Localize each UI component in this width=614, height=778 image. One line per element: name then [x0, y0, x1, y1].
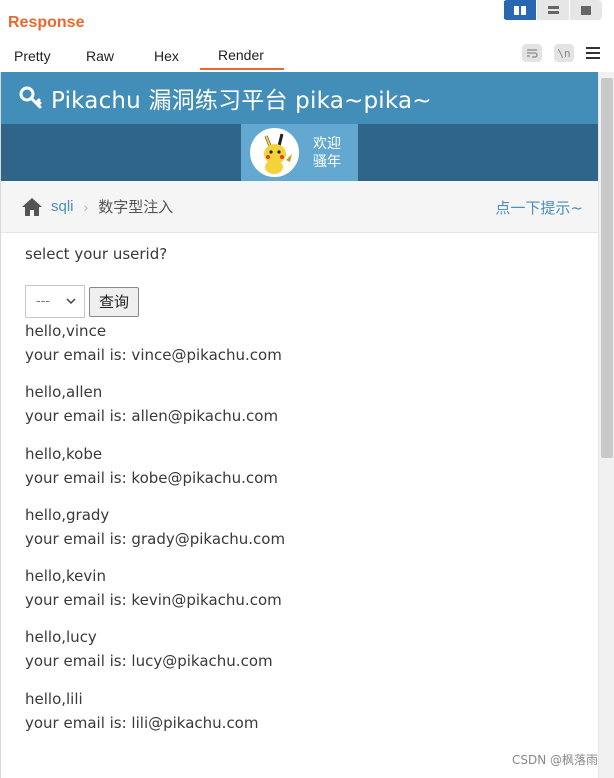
userid-select[interactable]: ---	[25, 285, 85, 318]
hint-link[interactable]: 点一下提示~	[495, 181, 583, 233]
view-layout-toggle[interactable]	[503, 0, 602, 20]
tab-hex[interactable]: Hex	[140, 42, 200, 70]
results-list: hello,vince your email is: vince@pikachu…	[25, 319, 285, 748]
wrap-icon[interactable]	[522, 44, 542, 62]
list-item: hello,kevin your email is: kevin@pikachu…	[25, 564, 285, 625]
result-hello: hello,vince	[25, 322, 107, 340]
response-tabs: Pretty Raw Hex Render	[0, 42, 284, 70]
hamburger-icon[interactable]	[586, 47, 600, 59]
query-form: --- 查询	[25, 285, 140, 318]
scrollbar-thumb[interactable]	[601, 78, 613, 458]
user-menu[interactable]: 欢迎 骚年	[241, 124, 358, 181]
response-tools: \n	[522, 44, 600, 62]
result-email: your email is: lili@pikachu.com	[25, 713, 259, 732]
result-hello: hello,grady	[25, 505, 110, 524]
list-item: hello,allen your email is: allen@pikachu…	[25, 380, 285, 441]
welcome-line-2: 骚年	[313, 153, 341, 170]
breadcrumb-separator: ›	[83, 198, 89, 215]
result-hello: hello,allen	[25, 383, 103, 402]
select-value: ---	[36, 294, 51, 309]
result-email: your email is: kobe@pikachu.com	[25, 468, 278, 487]
tab-raw[interactable]: Raw	[66, 42, 140, 70]
home-icon	[22, 197, 42, 216]
split-view-button[interactable]	[503, 0, 536, 20]
list-item: hello,vince your email is: vince@pikachu…	[25, 319, 285, 380]
question-label: select your userid?	[25, 245, 168, 263]
welcome-text: 欢迎 骚年	[313, 135, 341, 171]
welcome-line-1: 欢迎	[313, 135, 341, 152]
newline-toggle-button[interactable]: \n	[554, 44, 574, 62]
breadcrumb-link-sqli[interactable]: sqli	[51, 198, 74, 215]
pikachu-avatar-icon	[252, 130, 297, 175]
brand-title[interactable]: Pikachu 漏洞练习平台 pika~pika~	[51, 81, 432, 115]
response-title: Response	[8, 14, 85, 31]
render-view: Pikachu 漏洞练习平台 pika~pika~ 欢迎 骚年 sqli › 数…	[0, 72, 598, 778]
key-icon	[19, 86, 42, 109]
avatar	[250, 128, 299, 177]
columns-icon	[514, 5, 526, 15]
result-email: your email is: vince@pikachu.com	[25, 346, 282, 364]
tab-pretty[interactable]: Pretty	[0, 42, 66, 70]
result-email: your email is: allen@pikachu.com	[25, 407, 279, 426]
response-header: Response Pretty Raw Hex Render \n	[0, 0, 614, 70]
result-hello: hello,kobe	[25, 444, 103, 463]
breadcrumb: sqli › 数字型注入 点一下提示~	[1, 181, 598, 233]
result-hello: hello,lili	[25, 689, 83, 708]
list-item: hello,lucy your email is: lucy@pikachu.c…	[25, 625, 285, 686]
list-item: hello,kobe your email is: kobe@pikachu.c…	[25, 442, 285, 503]
result-email: your email is: kevin@pikachu.com	[25, 591, 282, 610]
list-item: hello,grady your email is: grady@pikachu…	[25, 503, 285, 564]
single-view-button[interactable]	[569, 0, 602, 20]
watermark: CSDN @枫落雨	[511, 753, 598, 767]
result-hello: hello,kevin	[25, 567, 106, 586]
result-email: your email is: grady@pikachu.com	[25, 529, 286, 548]
pikachu-navbar: Pikachu 漏洞练习平台 pika~pika~	[1, 72, 598, 124]
chevron-down-icon	[66, 298, 76, 305]
user-bar: 欢迎 骚年	[1, 124, 598, 181]
list-item: hello,lili your email is: lili@pikachu.c…	[25, 687, 285, 748]
result-hello: hello,lucy	[25, 628, 97, 647]
vertical-scrollbar[interactable]	[598, 72, 614, 778]
query-button[interactable]: 查询	[89, 286, 140, 317]
single-pane-icon	[581, 5, 591, 15]
rows-icon	[547, 6, 559, 14]
horizontal-view-button[interactable]	[536, 0, 569, 20]
tab-render[interactable]: Render	[200, 42, 284, 70]
result-email: your email is: lucy@pikachu.com	[25, 652, 273, 671]
breadcrumb-current: 数字型注入	[98, 198, 174, 216]
